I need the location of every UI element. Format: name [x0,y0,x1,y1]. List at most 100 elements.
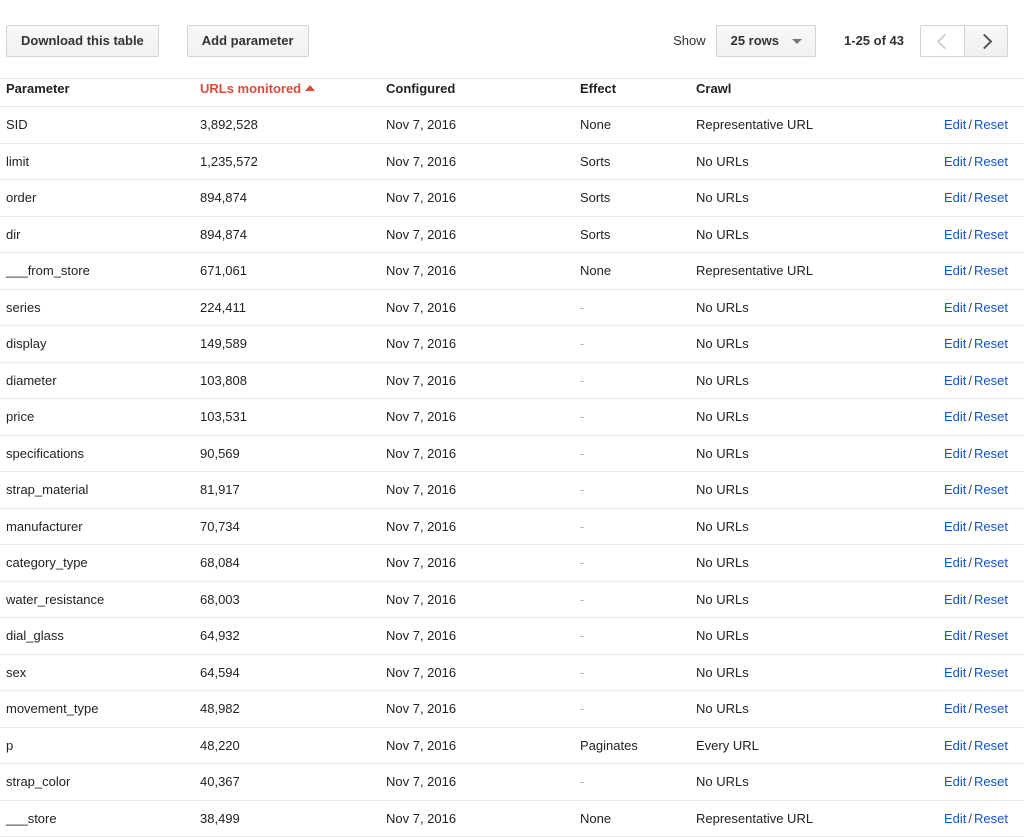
column-header-crawl[interactable]: Crawl [696,79,911,107]
edit-link[interactable]: Edit [944,738,966,753]
action-separator: / [966,446,974,461]
url-parameters-table: Parameter URLs monitored Configured Effe… [0,78,1024,837]
cell-urls-monitored: 671,061 [200,253,386,290]
cell-crawl-text: No URLs [696,409,749,424]
edit-link[interactable]: Edit [944,592,966,607]
column-header-effect-label: Effect [580,81,616,96]
cell-crawl: No URLs [696,399,911,436]
edit-link[interactable]: Edit [944,665,966,680]
cell-effect-text: - [580,409,584,424]
cell-actions: Edit/Reset [911,362,1024,399]
pagination-range-label: 1-25 of 43 [844,25,904,57]
cell-crawl: No URLs [696,545,911,582]
column-header-parameter[interactable]: Parameter [0,79,200,107]
reset-link[interactable]: Reset [974,701,1008,716]
edit-link[interactable]: Edit [944,519,966,534]
cell-urls-monitored: 68,003 [200,581,386,618]
reset-link[interactable]: Reset [974,628,1008,643]
column-header-actions [911,79,1024,107]
reset-link[interactable]: Reset [974,555,1008,570]
cell-crawl-text: No URLs [696,555,749,570]
action-separator: / [966,774,974,789]
table-row: limit1,235,572Nov 7, 2016SortsNo URLsEdi… [0,143,1024,180]
edit-link[interactable]: Edit [944,701,966,716]
edit-link[interactable]: Edit [944,482,966,497]
cell-crawl: No URLs [696,618,911,655]
cell-configured: Nov 7, 2016 [386,216,580,253]
cell-actions: Edit/Reset [911,435,1024,472]
edit-link[interactable]: Edit [944,373,966,388]
column-header-urls-monitored[interactable]: URLs monitored [200,79,386,107]
edit-link[interactable]: Edit [944,336,966,351]
edit-link[interactable]: Edit [944,555,966,570]
edit-link[interactable]: Edit [944,409,966,424]
sort-ascending-arrow-icon [305,85,315,91]
cell-crawl: No URLs [696,764,911,801]
reset-link[interactable]: Reset [974,154,1008,169]
reset-link[interactable]: Reset [974,409,1008,424]
reset-link[interactable]: Reset [974,263,1008,278]
column-header-configured[interactable]: Configured [386,79,580,107]
reset-link[interactable]: Reset [974,373,1008,388]
reset-link[interactable]: Reset [974,190,1008,205]
cell-configured: Nov 7, 2016 [386,472,580,509]
reset-link[interactable]: Reset [974,665,1008,680]
cell-parameter: ___store [0,800,200,837]
cell-parameter-text: SID [6,117,28,132]
edit-link[interactable]: Edit [944,446,966,461]
cell-configured: Nov 7, 2016 [386,362,580,399]
edit-link[interactable]: Edit [944,117,966,132]
cell-urls-monitored-text: 149,589 [200,336,247,351]
edit-link[interactable]: Edit [944,811,966,826]
cell-effect: - [580,691,696,728]
edit-link[interactable]: Edit [944,190,966,205]
edit-link[interactable]: Edit [944,227,966,242]
cell-effect-text: - [580,555,584,570]
reset-link[interactable]: Reset [974,811,1008,826]
cell-effect-text: Paginates [580,738,638,753]
cell-actions: Edit/Reset [911,508,1024,545]
table-row: sex64,594Nov 7, 2016-No URLsEdit/Reset [0,654,1024,691]
cell-urls-monitored: 40,367 [200,764,386,801]
rows-per-page-select[interactable]: 25 rows [716,25,816,57]
edit-link[interactable]: Edit [944,154,966,169]
reset-link[interactable]: Reset [974,519,1008,534]
edit-link[interactable]: Edit [944,300,966,315]
reset-link[interactable]: Reset [974,738,1008,753]
pager-buttons [920,25,1008,57]
cell-urls-monitored-text: 68,084 [200,555,240,570]
reset-link[interactable]: Reset [974,592,1008,607]
cell-crawl-text: No URLs [696,482,749,497]
table-row: price103,531Nov 7, 2016-No URLsEdit/Rese… [0,399,1024,436]
previous-page-button[interactable] [920,25,964,57]
cell-crawl-text: No URLs [696,154,749,169]
cell-effect: Sorts [580,180,696,217]
cell-configured: Nov 7, 2016 [386,764,580,801]
reset-link[interactable]: Reset [974,300,1008,315]
action-separator: / [966,300,974,315]
cell-parameter-text: ___store [6,811,57,826]
cell-configured: Nov 7, 2016 [386,691,580,728]
add-parameter-button[interactable]: Add parameter [187,25,309,57]
cell-configured: Nov 7, 2016 [386,727,580,764]
reset-link[interactable]: Reset [974,227,1008,242]
cell-effect-text: - [580,373,584,388]
edit-link[interactable]: Edit [944,263,966,278]
reset-link[interactable]: Reset [974,117,1008,132]
cell-parameter-text: strap_material [6,482,88,497]
cell-crawl-text: No URLs [696,373,749,388]
cell-actions: Edit/Reset [911,545,1024,582]
reset-link[interactable]: Reset [974,446,1008,461]
cell-actions: Edit/Reset [911,764,1024,801]
column-header-effect[interactable]: Effect [580,79,696,107]
reset-link[interactable]: Reset [974,774,1008,789]
reset-link[interactable]: Reset [974,336,1008,351]
table-row: ___store38,499Nov 7, 2016NoneRepresentat… [0,800,1024,837]
download-this-table-button[interactable]: Download this table [6,25,159,57]
cell-urls-monitored: 3,892,528 [200,107,386,144]
edit-link[interactable]: Edit [944,628,966,643]
next-page-button[interactable] [964,25,1008,57]
edit-link[interactable]: Edit [944,774,966,789]
reset-link[interactable]: Reset [974,482,1008,497]
cell-effect: - [580,326,696,363]
